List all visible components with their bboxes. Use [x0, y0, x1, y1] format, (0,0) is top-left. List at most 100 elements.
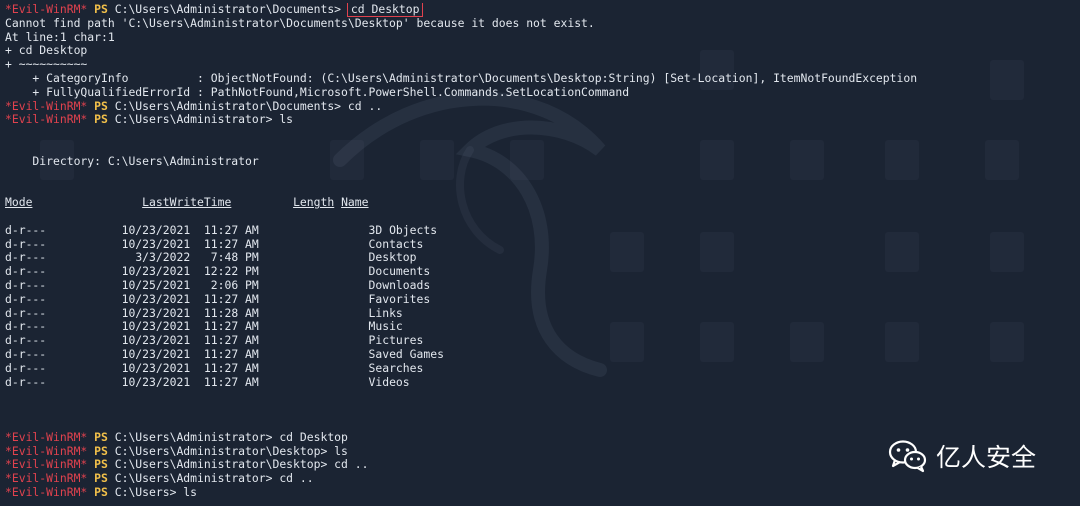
row-name: 3D Objects: [368, 223, 438, 237]
listing-rows: d-r--- 10/23/2021 11:27 AM 3D Objects d-r…: [5, 224, 1080, 390]
row-date: 10/23/2021: [121, 347, 191, 361]
col-lastwritetime: LastWriteTime: [142, 196, 232, 210]
row-time: 12:22 PM: [203, 265, 259, 279]
prompt-line: *Evil-WinRM* PS C:\Users\Administrator> …: [5, 472, 1080, 486]
error-line: + cd Desktop: [5, 44, 88, 58]
terminal-output[interactable]: *Evil-WinRM* PS C:\Users\Administrator\D…: [0, 0, 1080, 506]
listing-row: d-r--- 3/3/2022 7:48 PM Desktop: [5, 251, 1080, 265]
listing-row: d-r--- 10/23/2021 11:27 AM 3D Objects: [5, 224, 1080, 238]
error-line: + FullyQualifiedErrorId : PathNotFound,M…: [5, 85, 630, 99]
row-date: 10/23/2021: [121, 361, 191, 375]
row-time: 2:06 PM: [210, 278, 259, 292]
wechat-icon: [888, 440, 927, 473]
row-mode: d-r---: [5, 265, 47, 279]
ps-label: PS: [94, 444, 108, 458]
row-time: 11:27 AM: [203, 292, 259, 306]
col-mode: Mode: [5, 196, 33, 210]
prompt-line: *Evil-WinRM* PS C:\Users\Administrator\D…: [5, 100, 1080, 114]
row-mode: d-r---: [5, 347, 47, 361]
row-mode: d-r---: [5, 361, 47, 375]
row-name: Saved Games: [368, 347, 444, 361]
listing-row: d-r--- 10/23/2021 11:27 AM Searches: [5, 362, 1080, 376]
error-line: + ~~~~~~~~~~: [5, 58, 88, 72]
prompt-line: *Evil-WinRM* PS C:\Users> ls: [5, 486, 1080, 500]
prompt-command: C:\Users\Administrator\Desktop> ls: [114, 444, 348, 458]
row-mode: d-r---: [5, 306, 47, 320]
prompt-line: *Evil-WinRM* PS C:\Users\Administrator\D…: [5, 3, 1080, 17]
row-date: 10/25/2021: [121, 278, 191, 292]
row-name: Favorites: [368, 292, 431, 306]
prompt-command: C:\Users\Administrator\Documents> cd ..: [114, 99, 383, 113]
row-name: Documents: [368, 265, 431, 279]
row-name: Videos: [368, 375, 410, 389]
row-mode: d-r---: [5, 334, 47, 348]
listing-row: d-r--- 10/23/2021 11:27 AM Pictures: [5, 334, 1080, 348]
row-mode: d-r---: [5, 223, 47, 237]
ps-label: PS: [94, 430, 108, 444]
row-date: 10/23/2021: [121, 265, 191, 279]
listing-row: d-r--- 10/25/2021 2:06 PM Downloads: [5, 279, 1080, 293]
row-time: 11:27 AM: [203, 237, 259, 251]
prompt-line: *Evil-WinRM* PS C:\Users\Administrator> …: [5, 113, 1080, 127]
prompt-label: *Evil-WinRM*: [5, 472, 88, 486]
row-time: 11:27 AM: [203, 223, 259, 237]
row-name: Downloads: [368, 278, 431, 292]
row-date: 10/23/2021: [121, 320, 191, 334]
directory-header: Directory: C:\Users\Administrator: [5, 154, 259, 168]
listing-row: d-r--- 10/23/2021 11:27 AM Videos: [5, 376, 1080, 390]
ps-label: PS: [94, 113, 108, 127]
row-time: 11:28 AM: [203, 306, 259, 320]
ps-label: PS: [94, 3, 108, 16]
row-mode: d-r---: [5, 292, 47, 306]
row-name: Searches: [368, 361, 424, 375]
listing-row: d-r--- 10/23/2021 12:22 PM Documents: [5, 265, 1080, 279]
row-name: Music: [368, 320, 403, 334]
row-date: 10/23/2021: [121, 223, 191, 237]
prompt-label: *Evil-WinRM*: [5, 430, 88, 444]
listing-row: d-r--- 10/23/2021 11:27 AM Contacts: [5, 238, 1080, 252]
prompt-command: C:\Users\Administrator> cd ..: [114, 472, 314, 486]
row-time: 11:27 AM: [203, 361, 259, 375]
col-name: Name: [341, 196, 369, 210]
listing-row: d-r--- 10/23/2021 11:27 AM Music: [5, 320, 1080, 334]
listing-row: d-r--- 10/23/2021 11:28 AM Links: [5, 307, 1080, 321]
row-name: Pictures: [368, 334, 424, 348]
ps-label: PS: [94, 472, 108, 486]
row-mode: d-r---: [5, 278, 47, 292]
row-date: 10/23/2021: [121, 306, 191, 320]
prompt-command: C:\Users\Administrator\Desktop> cd ..: [114, 458, 369, 472]
listing-row: d-r--- 10/23/2021 11:27 AM Saved Games: [5, 348, 1080, 362]
row-date: 10/23/2021: [121, 292, 191, 306]
row-date: 10/23/2021: [121, 334, 191, 348]
row-mode: d-r---: [5, 375, 47, 389]
prompt-label: *Evil-WinRM*: [5, 99, 88, 113]
error-line: + CategoryInfo : ObjectNotFound: (C:\Use…: [5, 71, 918, 85]
row-name: Links: [368, 306, 403, 320]
prompt-label: *Evil-WinRM*: [5, 485, 88, 499]
highlighted-command: cd Desktop: [346, 3, 424, 17]
prompt-command: C:\Users> ls: [114, 485, 198, 499]
row-name: Contacts: [368, 237, 424, 251]
row-time: 7:48 PM: [210, 251, 259, 265]
row-mode: d-r---: [5, 320, 47, 334]
row-time: 11:27 AM: [203, 334, 259, 348]
row-date: 10/23/2021: [121, 237, 191, 251]
row-time: 11:27 AM: [203, 347, 259, 361]
row-time: 11:27 AM: [203, 320, 259, 334]
prompt-label: *Evil-WinRM*: [5, 3, 88, 16]
prompt-label: *Evil-WinRM*: [5, 458, 88, 472]
row-date: 10/23/2021: [121, 375, 191, 389]
ps-label: PS: [94, 458, 108, 472]
prompt-label: *Evil-WinRM*: [5, 444, 88, 458]
prompt-label: *Evil-WinRM*: [5, 113, 88, 127]
listing-row: d-r--- 10/23/2021 11:27 AM Favorites: [5, 293, 1080, 307]
col-length: Length: [293, 196, 335, 210]
